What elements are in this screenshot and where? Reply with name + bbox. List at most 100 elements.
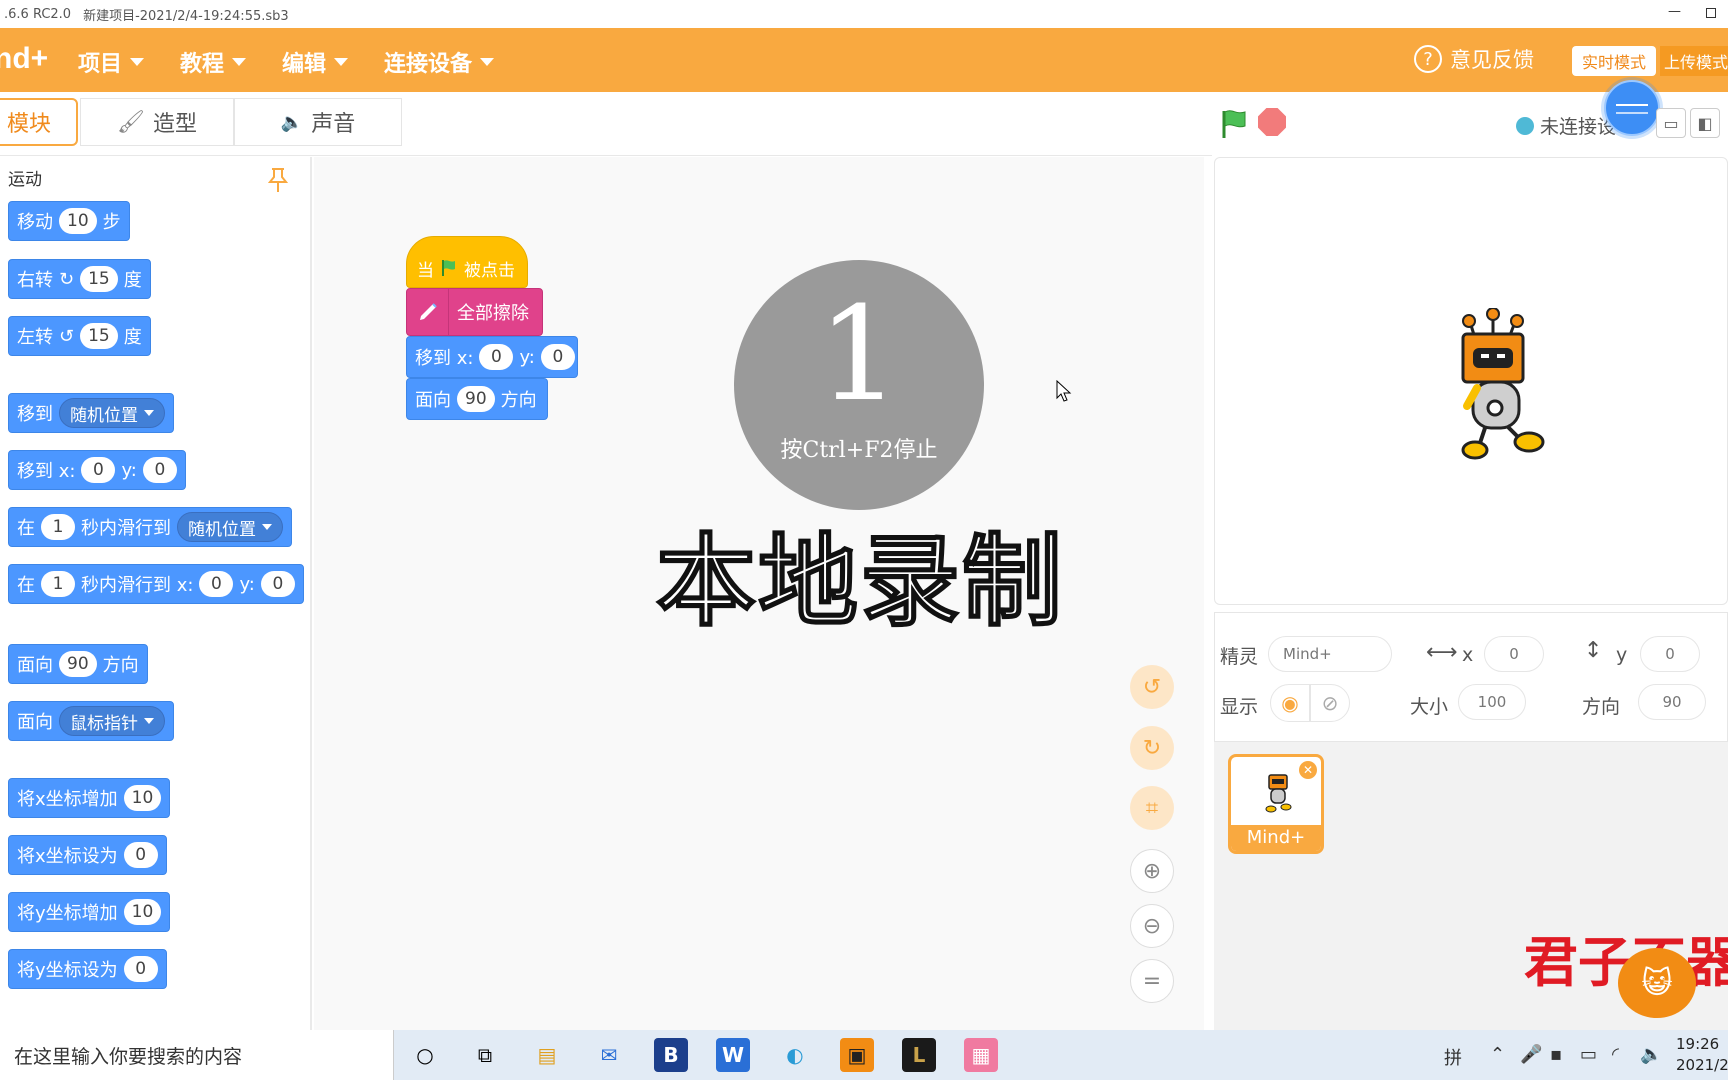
wps-icon[interactable]: W [716, 1038, 750, 1072]
block-input[interactable]: 0 [199, 571, 234, 597]
delete-sprite-icon[interactable]: ✕ [1299, 761, 1317, 779]
sprite-name-input[interactable]: Mind+ [1268, 636, 1392, 672]
battery-icon[interactable]: ▭ [1580, 1044, 1597, 1065]
block-input[interactable]: 0 [260, 571, 295, 597]
file-explorer-icon[interactable]: ▤ [530, 1038, 564, 1072]
large-stage-button[interactable]: ◧ [1690, 108, 1720, 138]
block-input[interactable]: 1 [41, 514, 75, 540]
block-input[interactable]: 90 [457, 386, 495, 412]
green-flag-icon[interactable] [1218, 108, 1250, 140]
floating-assistant-icon[interactable] [1604, 80, 1660, 136]
redo-icon: ↻ [1142, 735, 1162, 761]
minimize-icon[interactable]: — [1668, 4, 1684, 19]
cortana-icon[interactable]: ○ [408, 1038, 442, 1072]
local-recording-label: 本地录制 [655, 522, 1064, 641]
block-point-direction[interactable]: 面向 90 方向 [8, 644, 148, 684]
microphone-icon[interactable]: 🎤 [1520, 1044, 1542, 1065]
feedback-button[interactable]: ? 意见反馈 [1414, 44, 1534, 74]
game-icon[interactable]: L [902, 1038, 936, 1072]
floating-cat-icon[interactable]: 😺 [1618, 948, 1696, 1018]
pin-icon[interactable] [267, 167, 289, 199]
block-dropdown[interactable]: 鼠标指针 [59, 706, 165, 736]
x-input[interactable]: 0 [1484, 636, 1544, 672]
app-b-icon[interactable]: B [654, 1038, 688, 1072]
block-change-y[interactable]: 将y坐标增加 10 [8, 892, 171, 932]
tab-costumes[interactable]: 🖌 造型 [80, 98, 234, 146]
block-input[interactable]: 0 [81, 457, 116, 483]
ime-indicator[interactable]: 拼 [1444, 1044, 1462, 1070]
block-input[interactable]: 0 [123, 956, 158, 982]
block-input[interactable]: 90 [59, 651, 97, 677]
script-when-flag-clicked[interactable]: 当 被点击 [406, 236, 528, 288]
block-goto-xy[interactable]: 移到 x: 0 y: 0 [8, 450, 186, 490]
undo-button[interactable]: ↺ [1130, 665, 1174, 709]
script-pen-clear[interactable]: 全部擦除 [406, 288, 543, 336]
tab-sounds[interactable]: 🔈 声音 [234, 98, 402, 146]
block-input[interactable]: 0 [540, 344, 575, 370]
network-tray-icon[interactable]: ▪ [1550, 1044, 1562, 1065]
block-point-towards[interactable]: 面向 鼠标指针 [8, 701, 174, 741]
block-input[interactable]: 0 [142, 457, 177, 483]
feedback-label: 意见反馈 [1450, 48, 1534, 72]
redo-button[interactable]: ↻ [1130, 726, 1174, 770]
block-input[interactable]: 10 [123, 785, 162, 811]
script-point-direction[interactable]: 面向 90 方向 [406, 378, 548, 420]
block-dropdown[interactable]: 随机位置 [59, 398, 165, 428]
upload-mode-toggle[interactable]: 上传模式 [1660, 46, 1728, 76]
maximize-icon[interactable] [1706, 8, 1716, 18]
y-label: y [1616, 644, 1628, 666]
menu-tutorial[interactable]: 教程 [180, 46, 247, 78]
zoom-out-button[interactable]: ⊖ [1130, 904, 1174, 948]
block-input[interactable]: 0 [479, 344, 514, 370]
block-turn-left[interactable]: 左转 ↺ 15 度 [8, 316, 151, 356]
block-glide[interactable]: 在 1 秒内滑行到 随机位置 [8, 507, 292, 547]
tab-blocks[interactable]: 模块 [0, 98, 78, 146]
wifi-icon[interactable]: ◜ [1612, 1044, 1619, 1065]
menu-project[interactable]: 项目 [78, 46, 145, 78]
block-input[interactable]: 10 [59, 208, 97, 234]
zoom-in-button[interactable]: ⊕ [1130, 849, 1174, 893]
block-text: 左转 [17, 327, 53, 348]
small-stage-button[interactable]: ▭ [1656, 108, 1686, 138]
app-pink-icon[interactable]: ▦ [964, 1038, 998, 1072]
taskbar-search-input[interactable]: 在这里输入你要搜索的内容 [0, 1030, 394, 1080]
show-sprite-button[interactable]: ◉ [1270, 684, 1310, 722]
sprite-card[interactable]: ✕ Mind+ [1228, 754, 1324, 854]
zoom-reset-button[interactable]: = [1130, 959, 1174, 1003]
hide-sprite-button[interactable]: ⊘ [1310, 684, 1350, 722]
block-text: 秒内滑行到 [81, 518, 171, 539]
block-change-x[interactable]: 将x坐标增加 10 [8, 778, 171, 818]
block-turn-right[interactable]: 右转 ↻ 15 度 [8, 259, 151, 299]
block-input[interactable]: 15 [80, 323, 118, 349]
mail-icon[interactable]: ✉ [592, 1038, 626, 1072]
size-input[interactable]: 100 [1458, 684, 1526, 720]
realtime-mode-toggle[interactable]: 实时模式 [1572, 46, 1656, 76]
block-glide-xy[interactable]: 在 1 秒内滑行到 x: 0 y: 0 [8, 564, 304, 604]
block-input[interactable]: 1 [41, 571, 75, 597]
block-set-y[interactable]: 将y坐标设为 0 [8, 949, 167, 989]
menu-edit[interactable]: 编辑 [282, 46, 349, 78]
clock-time: 19:26 [1676, 1035, 1720, 1053]
stage-canvas[interactable] [1214, 157, 1728, 605]
cleanup-button[interactable]: ⌗ [1130, 786, 1174, 830]
mindplus-robot-sprite[interactable] [1445, 308, 1555, 468]
menu-connect-device[interactable]: 连接设备 [384, 46, 495, 78]
block-set-x[interactable]: 将x坐标设为 0 [8, 835, 167, 875]
y-input[interactable]: 0 [1640, 636, 1700, 672]
browser-icon[interactable]: ◐ [778, 1038, 812, 1072]
block-move-steps[interactable]: 移动 10 步 [8, 201, 130, 241]
direction-input[interactable]: 90 [1638, 684, 1706, 720]
app-version: .6.6 RC2.0 [4, 6, 72, 22]
task-view-icon[interactable]: ⧉ [468, 1038, 502, 1072]
script-goto-xy[interactable]: 移到 x: 0 y: 0 [406, 336, 578, 378]
block-goto[interactable]: 移到 随机位置 [8, 393, 174, 433]
block-input[interactable]: 10 [123, 899, 162, 925]
block-input[interactable]: 0 [123, 842, 158, 868]
block-dropdown[interactable]: 随机位置 [177, 512, 283, 542]
block-input[interactable]: 15 [80, 266, 118, 292]
taskbar-clock[interactable]: 19:26 2021/2 [1676, 1034, 1728, 1076]
volume-icon[interactable]: 🔈 [1640, 1044, 1662, 1065]
chevron-up-icon[interactable]: ⌃ [1490, 1044, 1505, 1065]
mindplus-taskbar-icon[interactable]: ▣ [840, 1038, 874, 1072]
block-text: 右转 [17, 270, 53, 291]
